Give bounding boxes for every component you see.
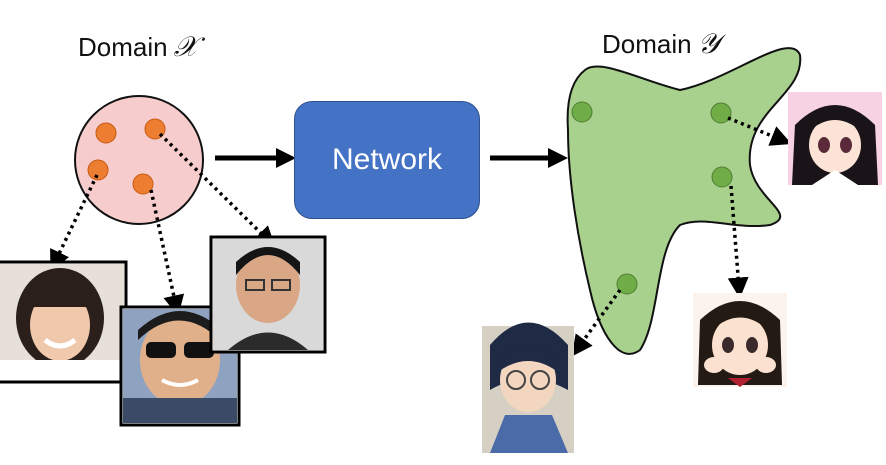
domain-x-symbol: 𝒳 (173, 30, 198, 63)
domain-x-word: Domain (78, 32, 168, 62)
target-dot (710, 102, 732, 124)
network-label: Network (331, 143, 443, 176)
domain-y-label: Domain 𝒴 (602, 27, 720, 61)
domain-y-word: Domain (602, 29, 692, 59)
diagram-canvas (0, 47, 882, 453)
network-box: Network (294, 101, 480, 219)
target-anime-girl-hands (693, 293, 787, 387)
diagram-stage: Domain 𝒳 Domain 𝒴 Network (0, 0, 886, 460)
target-anime-boy-glasses (482, 322, 574, 453)
target-dot (711, 166, 733, 188)
source-domain-blob (74, 95, 204, 225)
source-dot (95, 122, 117, 144)
domain-x-label: Domain 𝒳 (78, 30, 198, 64)
target-dot (571, 101, 593, 123)
source-photo-man-glasses (209, 235, 327, 354)
target-anime-girl-twintails (788, 92, 882, 185)
dotted-arrow (50, 174, 99, 272)
source-photo-woman (0, 260, 128, 384)
domain-y-symbol: 𝒴 (697, 27, 720, 60)
source-dot (87, 159, 109, 181)
